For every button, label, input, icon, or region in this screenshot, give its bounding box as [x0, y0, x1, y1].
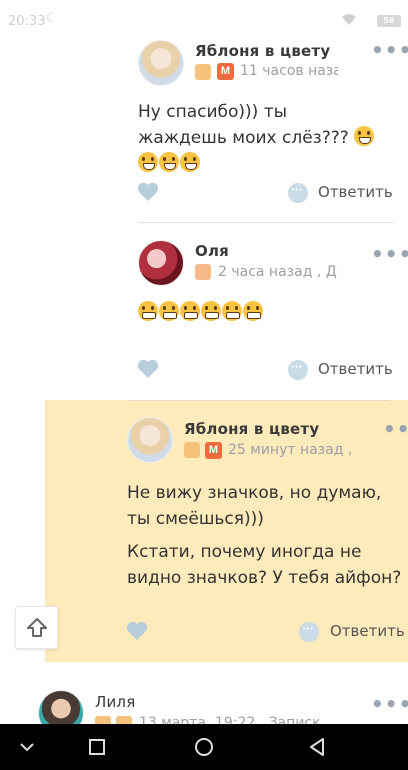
author-name[interactable]: Яблоня в цвету — [184, 420, 319, 438]
user-level-icon — [184, 442, 200, 458]
avatar[interactable] — [138, 240, 184, 286]
more-icon[interactable]: ••• — [371, 38, 408, 62]
scroll-top-button[interactable] — [15, 606, 58, 649]
avatar[interactable] — [127, 417, 173, 463]
reply-button[interactable]: Ответить — [318, 183, 393, 201]
author-name[interactable]: Лиля — [95, 693, 135, 711]
navigation-bar — [0, 724, 408, 770]
status-bar: 20:33 ☾ 56 — [0, 0, 408, 42]
like-heart-icon[interactable] — [137, 182, 159, 202]
recents-icon[interactable] — [86, 736, 108, 758]
comment-meta: 2 часа назад , Дн — [218, 264, 338, 280]
author-name[interactable]: Оля — [195, 242, 229, 260]
comment-text: Ну спасибо))) ты жаждешь моих слёз??? — [138, 99, 378, 177]
comment-text — [138, 300, 378, 326]
reply-icon[interactable] — [288, 360, 308, 380]
grimace-emoji-icon — [222, 301, 242, 321]
comment-meta: 11 часов наза — [240, 63, 338, 79]
comment-text: Кстати, почему иногда не видно значков? … — [127, 542, 402, 588]
user-level-icon — [195, 264, 211, 280]
author-name[interactable]: Яблоня в цвету — [195, 42, 330, 60]
laughing-emoji-icon — [159, 152, 179, 172]
avatar[interactable] — [138, 40, 184, 86]
moon-icon: ☾ — [46, 11, 58, 26]
arrow-up-icon — [27, 618, 47, 637]
more-icon[interactable]: ••• — [371, 242, 408, 266]
grimace-emoji-icon — [138, 301, 158, 321]
like-heart-icon[interactable] — [137, 359, 159, 379]
grimace-emoji-icon — [180, 301, 200, 321]
divider — [127, 400, 390, 401]
laughing-emoji-icon — [354, 126, 375, 146]
like-heart-icon[interactable] — [126, 621, 148, 641]
comment-text: Не вижу значков, но думаю, ты смеёшься))… — [127, 483, 382, 529]
grimace-emoji-icon — [159, 301, 179, 321]
divider — [138, 222, 394, 223]
grimace-emoji-icon — [201, 301, 221, 321]
squint-emoji-icon — [180, 152, 200, 172]
reply-button[interactable]: Ответить — [330, 622, 405, 640]
comment-meta: 25 минут назад , — [228, 442, 353, 458]
comment-text-body: Ну спасибо))) ты жаждешь моих слёз??? — [138, 102, 355, 148]
reply-button[interactable]: Ответить — [318, 360, 393, 378]
back-icon[interactable] — [306, 736, 328, 758]
reply-icon[interactable] — [288, 183, 308, 203]
more-icon[interactable]: ••• — [371, 692, 408, 716]
reply-icon[interactable] — [299, 622, 319, 642]
chevron-down-icon[interactable] — [16, 736, 38, 758]
joy-emoji-icon — [138, 152, 158, 172]
m-badge: M — [217, 63, 234, 80]
user-level-icon — [195, 64, 211, 80]
m-badge: M — [205, 442, 222, 459]
status-time: 20:33 — [8, 14, 46, 29]
wifi-icon — [342, 14, 356, 25]
more-icon[interactable]: ••• — [383, 417, 408, 441]
home-icon[interactable] — [193, 736, 215, 758]
grimace-emoji-icon — [243, 301, 263, 321]
battery-icon: 56 — [377, 15, 401, 27]
